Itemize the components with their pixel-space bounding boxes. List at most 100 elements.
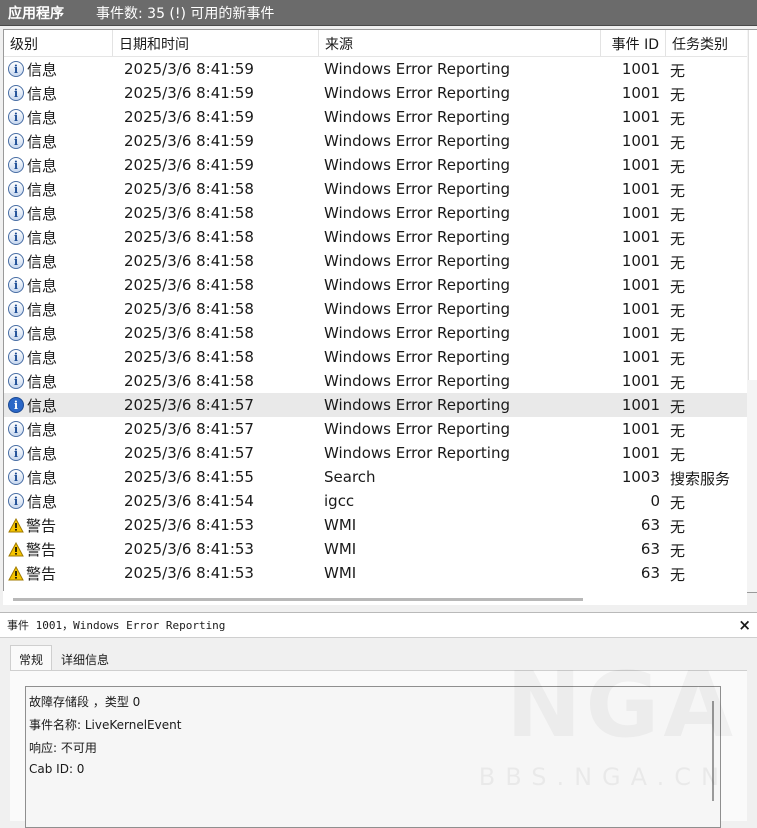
column-header-level[interactable]: 级别 [4,30,113,56]
cell-datetime: 2025/3/6 8:41:59 [124,60,254,78]
cell-level: i 信息 [4,393,113,417]
table-row[interactable]: i 信息 2025/3/6 8:41:58 Windows Error Reporti… [4,249,748,273]
watermark-text: BBS.NGA.CN [478,763,729,791]
info-icon: i [8,469,24,485]
cell-event-id: 1001 [621,348,660,366]
table-row[interactable]: i 信息 2025/3/6 8:41:54 igcc 0 无 [4,489,748,513]
table-row[interactable]: i 信息 2025/3/6 8:41:59 Windows Error Reporti… [4,105,748,129]
cell-datetime: 2025/3/6 8:41:59 [124,108,254,126]
cell-task-category: 无 [670,182,686,200]
cell-event-id: 63 [640,516,660,534]
cell-datetime: 2025/3/6 8:41:54 [124,492,254,510]
table-row[interactable]: i 信息 2025/3/6 8:41:59 Windows Error Reporti… [4,153,748,177]
level-label: 信息 [27,372,58,391]
scroll-thumb[interactable] [13,598,583,601]
column-header-source[interactable]: 来源 [319,30,601,56]
cell-task-category: 无 [670,62,686,80]
cell-level: 警告 [4,513,113,537]
info-icon: i [8,85,24,101]
cell-datetime: 2025/3/6 8:41:58 [124,228,254,246]
table-row[interactable]: i 信息 2025/3/6 8:41:58 Windows Error Reporti… [4,273,748,297]
cell-event-id: 1001 [621,300,660,318]
tab-general[interactable]: 常规 [10,645,53,673]
cell-task-category: 无 [670,254,686,272]
event-list[interactable]: 级别 日期和时间 来源 事件 ID 任务类别 i 信息 2025/3/6 8:41:… [3,29,749,593]
cell-level: i 信息 [4,153,113,177]
info-icon: i [8,61,24,77]
cell-event-id: 1001 [621,60,660,78]
tab-details[interactable]: 详细信息 [52,645,118,673]
column-header-event-id[interactable]: 事件 ID [601,30,666,56]
table-row[interactable]: i 信息 2025/3/6 8:41:58 Windows Error Reporti… [4,321,748,345]
cell-level: i 信息 [4,465,113,489]
table-row[interactable]: i 信息 2025/3/6 8:41:59 Windows Error Reporti… [4,81,748,105]
cell-source: WMI [324,516,357,534]
info-icon: i [8,493,24,509]
cell-level: i 信息 [4,273,113,297]
level-label: 信息 [27,132,58,151]
info-icon: i [8,205,24,221]
cell-source: Windows Error Reporting [324,420,510,438]
cell-task-category: 无 [670,518,686,536]
cell-source: Windows Error Reporting [324,348,510,366]
cell-event-id: 0 [650,492,660,510]
info-icon: i [8,157,24,173]
level-label: 信息 [27,204,58,223]
cell-task-category: 无 [670,350,686,368]
column-header-datetime[interactable]: 日期和时间 [113,30,319,56]
level-label: 信息 [27,300,58,319]
description-line: 事件名称: LiveKernelEvent [29,718,182,732]
detail-tabs: 常规 详细信息 [10,645,118,673]
table-row[interactable]: i 信息 2025/3/6 8:41:57 Windows Error Reporti… [4,393,748,417]
info-icon: i [8,325,24,341]
cell-datetime: 2025/3/6 8:41:58 [124,252,254,270]
cell-task-category: 无 [670,422,686,440]
cell-level: 警告 [4,561,113,585]
close-icon[interactable]: × [738,616,751,634]
cell-task-category: 无 [670,110,686,128]
detail-title: 事件 1001，Windows Error Reporting [7,619,226,632]
cell-event-id: 1001 [621,324,660,342]
table-row[interactable]: 警告 2025/3/6 8:41:53 WMI 63 无 [4,537,748,561]
table-row[interactable]: i 信息 2025/3/6 8:41:55 Search 1003 搜索服务 [4,465,748,489]
level-label: 信息 [27,60,58,79]
cell-source: Windows Error Reporting [324,396,510,414]
table-row[interactable]: i 信息 2025/3/6 8:41:57 Windows Error Reporti… [4,417,748,441]
info-icon: i [8,133,24,149]
cell-datetime: 2025/3/6 8:41:57 [124,444,254,462]
table-row[interactable]: i 信息 2025/3/6 8:41:58 Windows Error Reporti… [4,225,748,249]
table-row[interactable]: i 信息 2025/3/6 8:41:59 Windows Error Reporti… [4,57,748,81]
cell-source: Windows Error Reporting [324,228,510,246]
table-row[interactable]: i 信息 2025/3/6 8:41:58 Windows Error Reporti… [4,369,748,393]
cell-level: i 信息 [4,129,113,153]
list-header: 级别 日期和时间 来源 事件 ID 任务类别 [4,30,748,57]
column-header-task-category[interactable]: 任务类别 [666,30,748,56]
level-label: 警告 [26,540,57,559]
table-row[interactable]: i 信息 2025/3/6 8:41:58 Windows Error Reporti… [4,297,748,321]
table-row[interactable]: i 信息 2025/3/6 8:41:59 Windows Error Reporti… [4,129,748,153]
table-row[interactable]: 警告 2025/3/6 8:41:53 WMI 63 无 [4,561,748,585]
level-label: 信息 [27,492,58,511]
cell-level: i 信息 [4,249,113,273]
table-row[interactable]: i 信息 2025/3/6 8:41:57 Windows Error Reporti… [4,441,748,465]
horizontal-scrollbar[interactable] [3,591,747,605]
table-row[interactable]: 警告 2025/3/6 8:41:53 WMI 63 无 [4,513,748,537]
info-icon: i [8,109,24,125]
warning-icon [8,541,24,557]
level-label: 信息 [27,396,58,415]
scroll-thumb[interactable] [748,30,757,380]
description-line: 故障存储段 ，类型 0 [29,695,141,709]
level-label: 信息 [27,468,58,487]
cell-source: Windows Error Reporting [324,60,510,78]
cell-task-category: 无 [670,158,686,176]
table-row[interactable]: i 信息 2025/3/6 8:41:58 Windows Error Reporti… [4,345,748,369]
level-label: 信息 [27,180,58,199]
vertical-scrollbar[interactable] [747,29,757,593]
cell-datetime: 2025/3/6 8:41:58 [124,324,254,342]
app-title: 应用程序 [8,5,64,22]
cell-level: i 信息 [4,441,113,465]
table-row[interactable]: i 信息 2025/3/6 8:41:58 Windows Error Reporti… [4,201,748,225]
table-row[interactable]: i 信息 2025/3/6 8:41:58 Windows Error Reporti… [4,177,748,201]
cell-level: i 信息 [4,57,113,81]
cell-task-category: 无 [670,494,686,512]
